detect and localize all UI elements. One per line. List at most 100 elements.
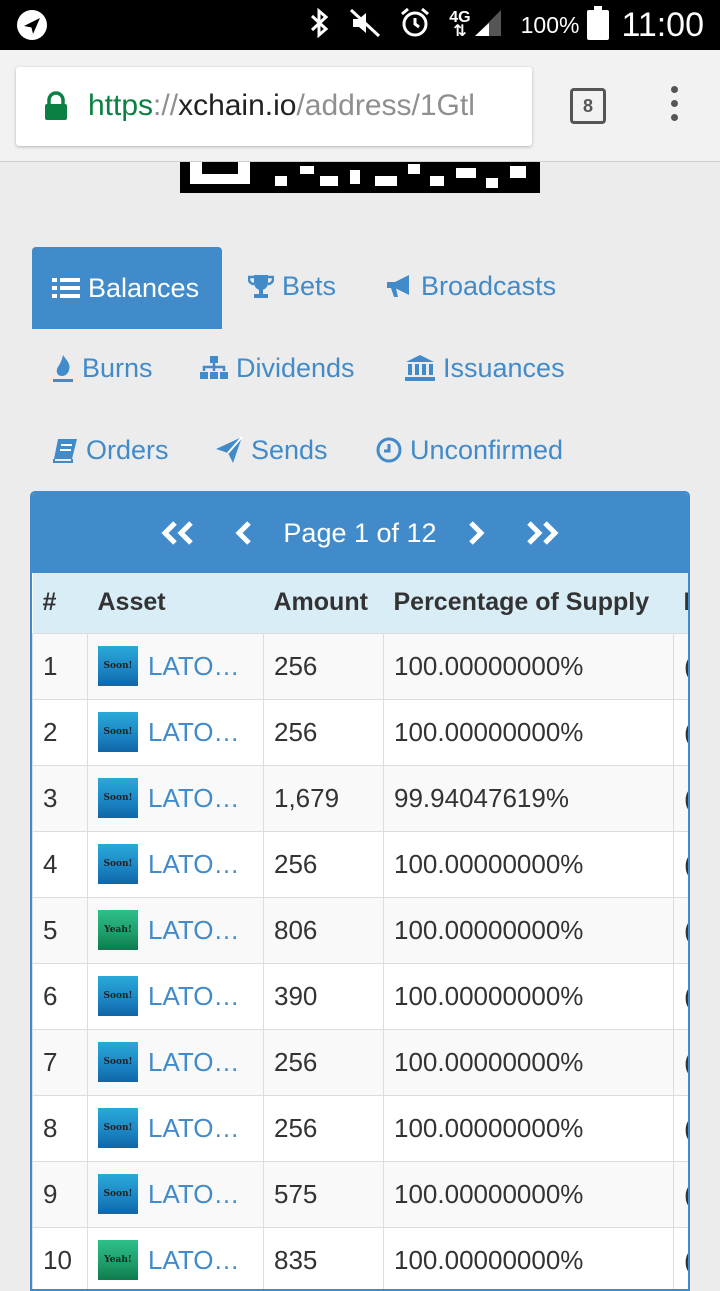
asset-link[interactable]: LATO… — [148, 1245, 240, 1276]
table-row: 2Soon! LATO… 256100.00000000%( — [32, 698, 688, 766]
tab-switcher-button[interactable]: 8 — [570, 88, 606, 124]
pagination: Page 1 of 12 — [32, 493, 688, 573]
row-asset[interactable]: Soon! LATO… — [87, 1028, 264, 1096]
signal-icon — [473, 8, 503, 43]
paper-plane-icon — [216, 436, 243, 463]
row-truncated: ( — [673, 962, 688, 1030]
clock: 11:00 — [621, 5, 704, 44]
trophy-icon — [248, 275, 274, 298]
asset-icon: Yeah! — [98, 910, 138, 950]
row-percentage: 100.00000000% — [383, 1160, 674, 1228]
row-amount: 1,679 — [263, 764, 384, 832]
row-amount: 835 — [263, 1226, 384, 1289]
tab-unconfirmed[interactable]: Unconfirmed — [376, 409, 563, 491]
asset-link[interactable]: LATO… — [148, 651, 240, 682]
row-truncated: ( — [673, 1226, 688, 1289]
bank-icon — [405, 355, 435, 381]
row-truncated: ( — [673, 764, 688, 832]
asset-icon: Soon! — [98, 1108, 138, 1148]
url-bar[interactable]: https://xchain.io/address/1Gtl — [16, 67, 532, 146]
row-num: 4 — [32, 830, 88, 898]
asset-link[interactable]: LATO… — [148, 783, 240, 814]
row-percentage: 100.00000000% — [383, 962, 674, 1030]
row-percentage: 100.00000000% — [383, 1226, 674, 1289]
navigation-arrow-icon — [16, 9, 48, 46]
battery-percent: 100% — [520, 11, 580, 38]
lock-icon — [44, 91, 68, 126]
row-asset[interactable]: Yeah! LATO… — [87, 896, 264, 964]
row-asset[interactable]: Soon! LATO… — [87, 962, 264, 1030]
tab-orders[interactable]: Orders — [52, 409, 169, 491]
tab-broadcasts[interactable]: Broadcasts — [385, 245, 556, 327]
asset-link[interactable]: LATO… — [148, 717, 240, 748]
balances-table: # Asset Amount Percentage of Supply I 1S… — [32, 573, 690, 1289]
row-percentage: 100.00000000% — [383, 830, 674, 898]
asset-icon: Soon! — [98, 1042, 138, 1082]
row-truncated: ( — [673, 830, 688, 898]
row-num: 5 — [32, 896, 88, 964]
row-asset[interactable]: Soon! LATO… — [87, 632, 264, 700]
next-page-button[interactable] — [467, 520, 485, 546]
asset-link[interactable]: LATO… — [148, 849, 240, 880]
asset-link[interactable]: LATO… — [148, 915, 240, 946]
row-percentage: 100.00000000% — [383, 1028, 674, 1096]
row-num: 2 — [32, 698, 88, 766]
header-percentage: Percentage of Supply — [393, 588, 650, 617]
row-amount: 806 — [263, 896, 384, 964]
table-row: 10Yeah! LATO… 835100.00000000%( — [32, 1226, 688, 1289]
tab-balances[interactable]: Balances — [32, 247, 222, 329]
asset-link[interactable]: LATO… — [148, 1179, 240, 1210]
table-row: 4Soon! LATO… 256100.00000000%( — [32, 830, 688, 898]
row-num: 8 — [32, 1094, 88, 1162]
row-truncated: ( — [673, 698, 688, 766]
header-num: # — [42, 588, 57, 617]
chevron-right-icon — [468, 521, 485, 545]
row-percentage: 100.00000000% — [383, 896, 674, 964]
header-amount: Amount — [273, 588, 368, 617]
row-asset[interactable]: Soon! LATO… — [87, 1094, 264, 1162]
row-amount: 575 — [263, 1160, 384, 1228]
asset-link[interactable]: LATO… — [148, 1113, 240, 1144]
bluetooth-icon — [309, 7, 331, 44]
tab-dividends[interactable]: Dividends — [200, 327, 355, 409]
browser-toolbar: https://xchain.io/address/1Gtl 8 — [0, 50, 720, 162]
row-asset[interactable]: Yeah! LATO… — [87, 1226, 264, 1289]
row-asset[interactable]: Soon! LATO… — [87, 1160, 264, 1228]
asset-link[interactable]: LATO… — [148, 981, 240, 1012]
bullhorn-icon — [387, 275, 409, 297]
row-amount: 256 — [263, 1028, 384, 1096]
row-asset[interactable]: Soon! LATO… — [87, 830, 264, 898]
last-page-button[interactable] — [523, 520, 561, 546]
tab-sends[interactable]: Sends — [215, 409, 328, 491]
asset-link[interactable]: LATO… — [148, 1047, 240, 1078]
row-amount: 256 — [263, 698, 384, 766]
row-num: 1 — [32, 632, 88, 700]
row-percentage: 99.94047619% — [383, 764, 674, 832]
tab-burns[interactable]: Burns — [52, 327, 153, 409]
table-row: 8Soon! LATO… 256100.00000000%( — [32, 1094, 688, 1162]
row-percentage: 100.00000000% — [383, 632, 674, 700]
tab-issuances[interactable]: Issuances — [405, 327, 565, 409]
first-page-button[interactable] — [159, 520, 197, 546]
row-amount: 256 — [263, 830, 384, 898]
tab-bets[interactable]: Bets — [248, 245, 336, 327]
row-truncated: ( — [673, 1094, 688, 1162]
status-bar: 4G ⇅ 100% 11:00 — [0, 0, 720, 50]
overflow-menu-icon[interactable] — [664, 86, 684, 128]
asset-icon: Yeah! — [98, 1240, 138, 1280]
header-truncated: I — [683, 588, 690, 617]
row-asset[interactable]: Soon! LATO… — [87, 698, 264, 766]
prev-page-button[interactable] — [235, 520, 253, 546]
row-amount: 256 — [263, 1094, 384, 1162]
asset-icon: Soon! — [98, 712, 138, 752]
table-row: 3Soon! LATO… 1,67999.94047619%( — [32, 764, 688, 832]
network-type: 4G ⇅ — [449, 9, 471, 40]
table-row: 9Soon! LATO… 575100.00000000%( — [32, 1160, 688, 1228]
asset-icon: Soon! — [98, 844, 138, 884]
row-asset[interactable]: Soon! LATO… — [87, 764, 264, 832]
row-num: 7 — [32, 1028, 88, 1096]
table-row: 1Soon! LATO… 256100.00000000%( — [32, 632, 688, 700]
qr-code — [180, 162, 540, 193]
table-row: 6Soon! LATO… 390100.00000000%( — [32, 962, 688, 1030]
asset-icon: Soon! — [98, 976, 138, 1016]
